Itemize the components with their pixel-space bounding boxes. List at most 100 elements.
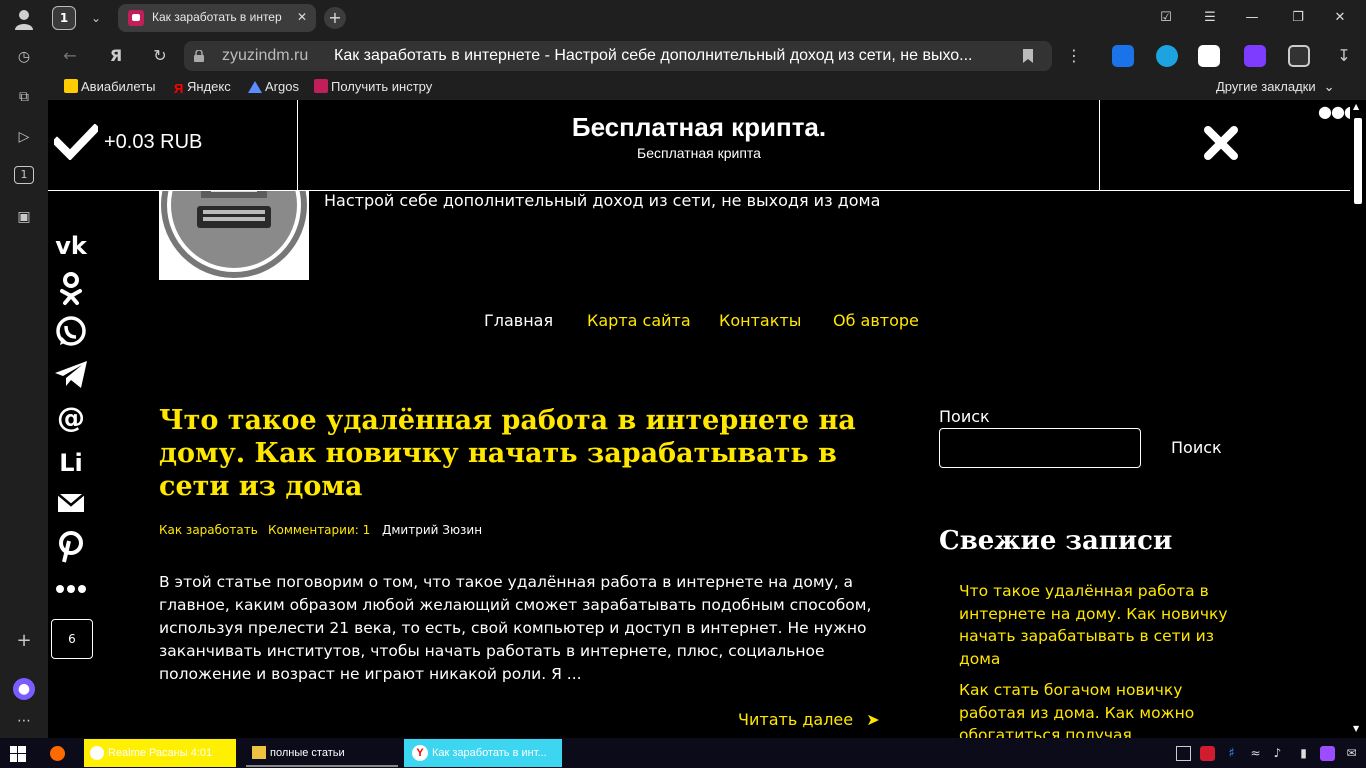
address-bar[interactable]: zyuzindm.ru Как заработать в интернете -… (184, 41, 1052, 71)
tray-red-icon[interactable] (1200, 746, 1215, 761)
bluetooth-icon[interactable]: ♯ (1224, 746, 1239, 761)
extension-se-icon[interactable] (1198, 45, 1220, 67)
bookmark-icon[interactable] (1022, 49, 1034, 63)
reload-icon[interactable]: ↻ (148, 44, 172, 68)
menu-icon[interactable]: ☰ (1200, 8, 1220, 28)
more-icon[interactable]: ●●● (1318, 102, 1350, 121)
nav-home[interactable]: Главная (484, 311, 553, 330)
task-label: полные статьи (270, 747, 345, 759)
liveinternet-share-icon[interactable]: Li (52, 441, 90, 479)
extension-cursor-icon[interactable] (1112, 45, 1134, 67)
bookmark-label: Получить инстру (331, 79, 433, 94)
notice-title[interactable]: Бесплатная крипта. (298, 112, 1100, 143)
extension-s-icon[interactable] (1156, 45, 1178, 67)
back-icon[interactable]: ← (58, 44, 82, 68)
collections-icon[interactable]: ⧉ (13, 86, 35, 108)
toolbar: ← Я ↻ zyuzindm.ru Как заработать в интер… (48, 36, 1366, 76)
scrollbar-thumb[interactable] (1354, 118, 1362, 204)
bookmark-label: Яндекс (187, 79, 231, 94)
chevron-down-icon[interactable]: ⌄ (86, 8, 106, 28)
more-icon[interactable]: ⋯ (13, 710, 35, 732)
page-scrollbar[interactable]: ▲ ▼ (1350, 100, 1366, 738)
screenshot-icon[interactable]: ▣ (13, 206, 35, 228)
volume-icon[interactable]: ♪ (1270, 746, 1285, 761)
kebab-menu-icon[interactable]: ⋮ (1062, 44, 1086, 68)
nav-contacts[interactable]: Контакты (719, 311, 801, 330)
read-more-label: Читать далее (738, 710, 854, 729)
yandex-logo-icon: Я (174, 81, 184, 96)
profile-icon[interactable] (12, 7, 36, 31)
email-at-share-icon[interactable]: @ (52, 398, 90, 436)
site-tagline: Настрой себе дополнительный доход из сет… (324, 191, 881, 210)
play-icon (90, 746, 104, 760)
mail-share-icon[interactable] (52, 484, 90, 522)
alice-assistant-icon[interactable]: ● (13, 678, 35, 700)
post-title[interactable]: Что такое удалённая работа в интернете н… (159, 404, 899, 503)
bookmarks-panel-icon[interactable]: ☑ (1156, 8, 1176, 28)
tab-counter-icon[interactable]: 1 (14, 166, 34, 184)
taskbar-app-realme[interactable]: Realme Расаны 4:01 (84, 739, 236, 767)
tab-count-button[interactable]: 1 (52, 6, 76, 30)
signal-icon[interactable]: ▮ (1296, 746, 1311, 761)
firefox-icon[interactable] (50, 746, 65, 761)
reward-box: +0.03 RUB (48, 100, 298, 190)
close-window-icon[interactable]: ✕ (1330, 8, 1350, 28)
close-icon[interactable] (1204, 126, 1238, 160)
divider (1099, 100, 1100, 190)
tab-title: Как заработать в интер (152, 10, 282, 24)
bookmark-item[interactable]: Авиабилеты (64, 79, 155, 94)
post-category[interactable]: Как заработать (159, 523, 258, 537)
active-tab[interactable]: Как заработать в интер ✕ (118, 4, 316, 32)
yandex-icon[interactable]: Я (104, 44, 128, 68)
read-more-link[interactable]: Читать далее ➤ (738, 710, 880, 729)
search-button[interactable]: Поиск (1171, 438, 1222, 457)
whatsapp-share-icon[interactable] (52, 312, 90, 350)
bookmark-item[interactable]: Я Яндекс (174, 79, 231, 96)
taskbar-app-folder[interactable]: полные статьи (246, 739, 398, 767)
history-icon[interactable]: ◷ (13, 46, 35, 68)
close-tab-icon[interactable]: ✕ (294, 9, 310, 25)
windows-start-icon[interactable] (10, 746, 26, 762)
post-excerpt: В этой статье поговорим о том, что такое… (159, 573, 872, 683)
share-counter: 6 (51, 619, 93, 659)
wifi-icon[interactable]: ≈ (1248, 746, 1263, 761)
scroll-up-icon[interactable]: ▲ (1353, 102, 1359, 111)
play-icon[interactable]: ▷ (13, 126, 35, 148)
lock-icon[interactable] (194, 50, 204, 62)
post-comments[interactable]: Комментарии: 1 (268, 523, 370, 537)
svg-text:vk: vk (55, 232, 88, 260)
svg-text:@: @ (57, 401, 85, 434)
other-bookmarks-label: Другие закладки (1216, 79, 1316, 94)
search-input[interactable] (939, 428, 1141, 468)
restore-icon[interactable]: ❐ (1288, 8, 1308, 28)
svg-text:Li: Li (59, 449, 83, 477)
add-panel-icon[interactable]: + (13, 630, 35, 652)
new-tab-button[interactable]: + (324, 7, 346, 29)
extension-puzzle-icon[interactable] (1288, 45, 1310, 67)
reward-amount: +0.03 RUB (104, 131, 203, 153)
recent-post-link[interactable]: Что такое удалённая работа в интернете н… (959, 580, 1249, 670)
odnoklassniki-share-icon[interactable] (52, 269, 90, 307)
recent-post-link[interactable]: Как стать богачом новичку работая из дом… (959, 679, 1249, 738)
pinterest-share-icon[interactable] (52, 527, 90, 565)
downloads-icon[interactable]: ↧ (1332, 44, 1356, 68)
other-bookmarks[interactable]: Другие закладки ⌄ (1216, 79, 1335, 95)
notice-subtitle: Бесплатная крипта (637, 145, 761, 161)
task-label: Realme Расаны 4:01 (108, 747, 213, 759)
search-label: Поиск (939, 407, 990, 426)
nav-about[interactable]: Об авторе (833, 311, 919, 330)
tray-app-icon[interactable] (1176, 746, 1191, 761)
more-share-icon[interactable] (52, 570, 90, 608)
vk-share-icon[interactable]: vk (52, 226, 90, 264)
notifications-icon[interactable]: ✉ (1344, 746, 1359, 761)
taskbar-app-browser[interactable]: Y Как заработать в инт... (404, 739, 562, 767)
tray-n-icon[interactable] (1320, 746, 1335, 761)
extension-video-icon[interactable] (1244, 45, 1266, 67)
bookmark-item[interactable]: Получить инстру (314, 79, 442, 94)
telegram-share-icon[interactable] (52, 355, 90, 393)
bookmark-item[interactable]: Argos (248, 79, 299, 94)
nav-sitemap[interactable]: Карта сайта (587, 311, 691, 330)
minimize-icon[interactable]: — (1242, 8, 1262, 28)
scroll-down-icon[interactable]: ▼ (1353, 724, 1359, 733)
chevron-down-icon: ⌄ (1323, 79, 1335, 94)
